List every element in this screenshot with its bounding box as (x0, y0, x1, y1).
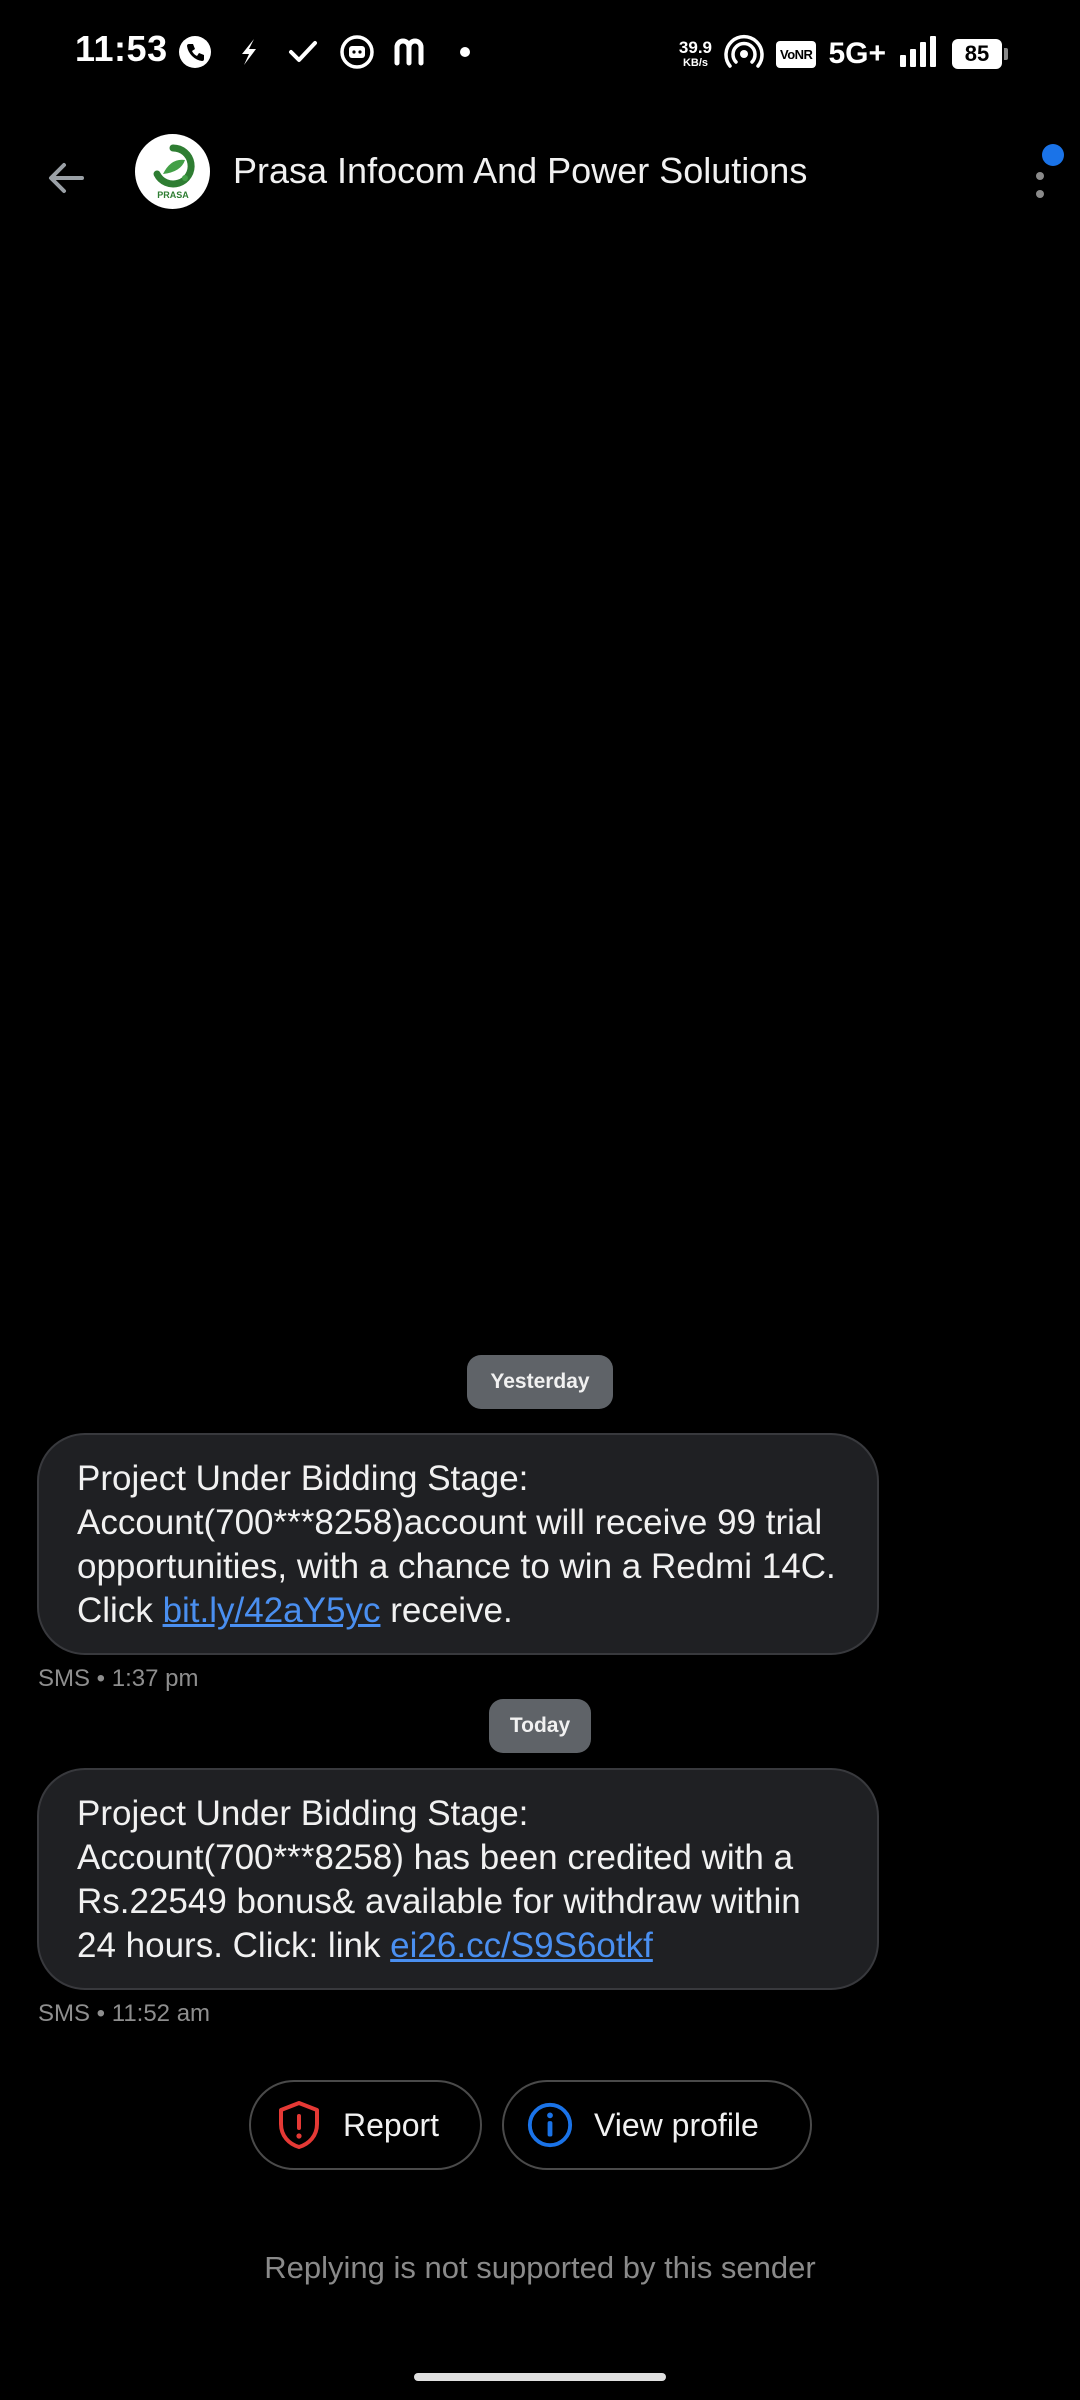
prasa-logo-icon: PRASA (153, 143, 195, 200)
arrow-left-icon (49, 163, 84, 193)
more-dot (1036, 172, 1044, 180)
vonr-badge: VoNR (776, 40, 817, 68)
back-button[interactable] (30, 142, 102, 214)
more-options-button[interactable] (1008, 138, 1068, 218)
report-button[interactable]: Report (249, 2080, 482, 2170)
network-type: 5G+ (828, 37, 886, 70)
network-speed: 39.9 KB/s (679, 39, 712, 69)
sender-name: Prasa Infocom And Power Solutions (233, 150, 808, 191)
sender-avatar[interactable]: PRASA (135, 134, 210, 209)
date-chip-today: Today (489, 1699, 591, 1753)
message-link[interactable]: ei26.cc/S9S6otkf (390, 1926, 653, 1965)
network-speed-value: 39.9 (678, 38, 713, 57)
lightning-icon (229, 32, 269, 72)
notification-badge-icon (1042, 144, 1064, 166)
message-meta: SMS • 11:52 am (38, 2000, 211, 2027)
message-icon (337, 32, 377, 72)
report-label: Report (343, 2106, 440, 2143)
reply-not-supported-note: Replying is not supported by this sender (264, 2250, 816, 2285)
svg-text:PRASA: PRASA (157, 190, 189, 200)
m-app-icon (391, 32, 431, 72)
notification-icons (175, 30, 485, 74)
message-link[interactable]: bit.ly/42aY5yc (163, 1591, 381, 1630)
date-chip-yesterday: Yesterday (467, 1355, 613, 1409)
message-bubble[interactable]: Project Under Bidding Stage: Account(700… (37, 1768, 879, 1990)
check-icon (283, 32, 323, 72)
call-icon (175, 32, 215, 72)
dot-icon (445, 32, 485, 72)
home-indicator[interactable] (414, 2373, 666, 2381)
signal-icon (898, 35, 940, 74)
view-profile-button[interactable]: View profile (502, 2080, 812, 2170)
network-speed-unit: KB/s (682, 57, 708, 69)
system-indicators: 39.9 KB/s VoNR 5G+ 85 (679, 30, 1008, 78)
message-meta: SMS • 1:37 pm (38, 1665, 199, 1692)
conversation-header: PRASA Prasa Infocom And Power Solutions (0, 120, 1080, 224)
messages-screen: 11:53 39.9 KB/s VoNR 5G+ 85 PRASA Prasa … (0, 0, 1080, 2400)
status-time: 11:53 (75, 28, 168, 69)
hotspot-icon (724, 32, 764, 77)
view-profile-label: View profile (594, 2106, 759, 2143)
message-bubble[interactable]: Project Under Bidding Stage: Account(700… (37, 1433, 879, 1655)
shield-alert-icon (275, 2101, 323, 2149)
info-icon (526, 2101, 574, 2149)
message-text-end: receive. (380, 1591, 513, 1630)
battery-indicator: 85 (952, 39, 1008, 69)
more-dot (1036, 190, 1044, 198)
status-bar: 11:53 39.9 KB/s VoNR 5G+ 85 (0, 0, 1080, 104)
